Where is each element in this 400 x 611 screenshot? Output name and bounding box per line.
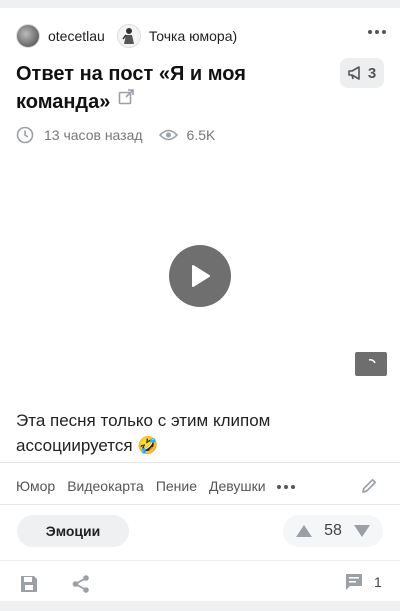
- play-button[interactable]: [169, 245, 231, 307]
- vote-control: 58: [283, 515, 383, 547]
- tag-item[interactable]: Видеокарта: [67, 478, 144, 494]
- external-link-icon[interactable]: [118, 89, 134, 105]
- eye-icon: [158, 129, 178, 141]
- tag-item[interactable]: Юмор: [16, 478, 55, 494]
- boost-badge[interactable]: 3: [340, 58, 384, 88]
- emotions-button[interactable]: Эмоции: [17, 515, 129, 547]
- divider: [0, 560, 400, 561]
- author-name[interactable]: otecetlau: [48, 28, 105, 44]
- community-avatar[interactable]: [116, 24, 141, 48]
- tag-item[interactable]: Пение: [156, 478, 197, 494]
- pencil-icon[interactable]: [360, 477, 378, 495]
- rating-value: 58: [324, 522, 342, 539]
- author-avatar[interactable]: [16, 24, 40, 48]
- post-card: otecetlau Точка юмора) Ответ на пост «Я …: [0, 8, 400, 601]
- tag-list: Юмор Видеокарта Пение Девушки: [16, 478, 266, 494]
- more-tags-icon[interactable]: [277, 485, 295, 489]
- comment-icon: [346, 574, 362, 590]
- spinner-icon: [368, 359, 376, 364]
- community-logo-icon: [122, 28, 134, 44]
- post-body: Эта песня только с этим клипом ассоцииру…: [16, 411, 271, 455]
- view-count: 6.5K: [186, 127, 216, 143]
- divider: [0, 462, 400, 463]
- save-icon[interactable]: [19, 574, 39, 594]
- post-time: 13 часов назад: [44, 127, 143, 143]
- divider: [0, 504, 400, 505]
- post-meta: 13 часов назад 6.5K: [16, 126, 215, 144]
- arrow-down-icon[interactable]: [353, 524, 371, 538]
- community-name[interactable]: Точка юмора): [149, 28, 237, 44]
- comments-count: 1: [374, 574, 382, 590]
- post-title[interactable]: Ответ на пост «Я и моя команда»: [16, 60, 326, 116]
- arrow-up-icon[interactable]: [295, 524, 313, 538]
- clock-icon: [16, 126, 34, 144]
- more-options-icon[interactable]: [368, 30, 386, 34]
- loading-icon[interactable]: [355, 352, 387, 376]
- feed-gap: [0, 601, 400, 611]
- post-header: otecetlau Точка юмора): [16, 24, 237, 48]
- play-icon: [192, 265, 210, 287]
- tag-item[interactable]: Девушки: [209, 478, 266, 494]
- megaphone-icon: [348, 66, 360, 80]
- boost-count: 3: [367, 64, 377, 82]
- comments-button[interactable]: 1: [344, 573, 382, 591]
- share-icon[interactable]: [71, 574, 91, 594]
